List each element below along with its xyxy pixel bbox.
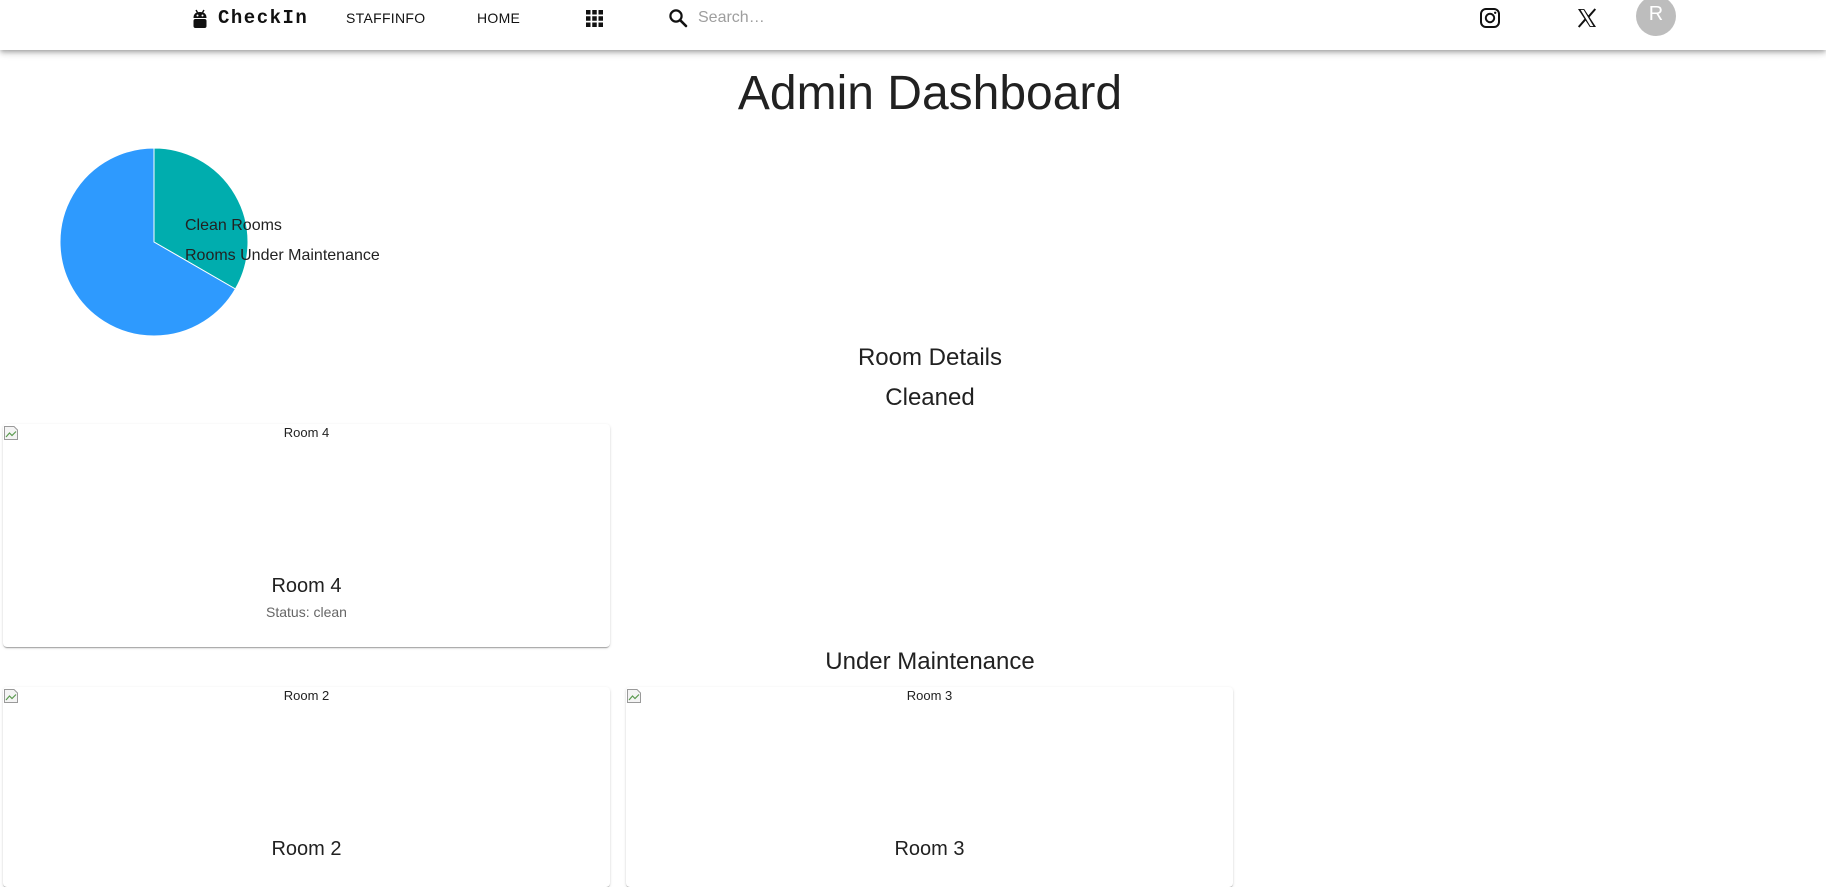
maintenance-section-title: Under Maintenance	[825, 648, 1035, 675]
room-details-title: Room Details	[857, 344, 1003, 371]
nav-staffinfo[interactable]: STAFFINFO	[346, 10, 425, 26]
instagram-icon[interactable]	[1479, 7, 1501, 29]
room-card[interactable]: Room 2 Room 2	[3, 687, 610, 887]
android-icon	[193, 9, 207, 28]
x-icon[interactable]	[1576, 7, 1598, 29]
avatar[interactable]: R	[1636, 0, 1676, 36]
room-status-chart: Clean Rooms Rooms Under Maintenance	[58, 146, 398, 342]
room-image-alt: Room 3	[906, 688, 953, 703]
search-input[interactable]	[698, 4, 918, 32]
apps-grid-icon[interactable]	[586, 10, 603, 27]
legend-clean-rooms: Clean Rooms	[185, 217, 282, 234]
search-icon	[669, 9, 688, 28]
brand-name[interactable]: CheckIn	[218, 7, 308, 29]
room-image-alt: Room 2	[283, 688, 330, 703]
broken-image-icon	[627, 689, 641, 703]
page-title: Admin Dashboard	[737, 67, 1123, 120]
room-title: Room 4	[271, 575, 342, 597]
room-image: Room 3	[626, 687, 1233, 838]
room-title: Room 2	[271, 838, 342, 860]
room-status: Status: clean	[266, 604, 347, 620]
room-card[interactable]: Room 4 Room 4 Status: clean	[3, 424, 610, 647]
nav-home[interactable]: HOME	[477, 10, 520, 26]
room-title: Room 3	[894, 838, 965, 860]
cleaned-section-title: Cleaned	[885, 384, 975, 411]
room-image-alt: Room 4	[283, 425, 330, 440]
broken-image-icon	[4, 426, 18, 440]
room-card[interactable]: Room 3 Room 3	[626, 687, 1233, 887]
broken-image-icon	[4, 689, 18, 703]
app-bar: CheckIn STAFFINFO HOME R	[0, 0, 1826, 50]
room-image: Room 2	[3, 687, 610, 838]
pie-chart	[59, 147, 249, 337]
legend-rooms-under-maintenance: Rooms Under Maintenance	[185, 247, 380, 264]
room-image: Room 4	[3, 424, 610, 575]
